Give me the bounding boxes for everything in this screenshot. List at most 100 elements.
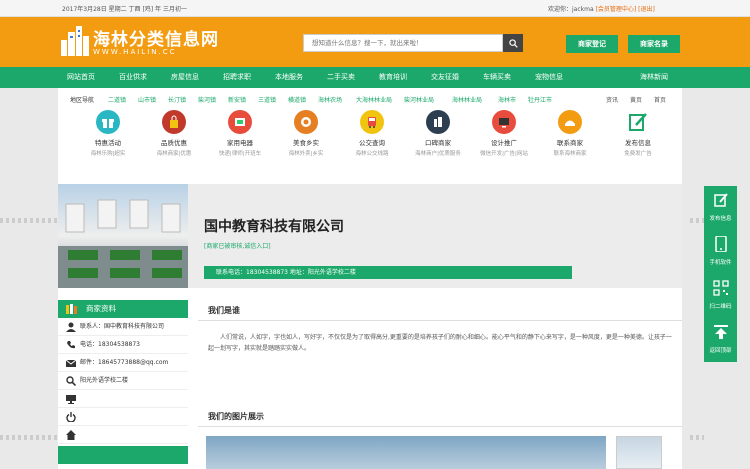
company-name: 国中教育科技有限公司 <box>204 219 344 235</box>
monitor-icon <box>66 395 76 404</box>
service-item[interactable]: 家用电器 快递|律师|开班车 <box>210 110 270 157</box>
site-logo[interactable]: 海林分类信息网 WWW.HAILIN.CC <box>60 23 220 63</box>
classroom-photo <box>58 184 188 288</box>
nav-item-vehicles[interactable]: 车辆买卖 <box>483 72 511 82</box>
books-icon <box>66 304 77 314</box>
decorative-dots <box>690 218 704 223</box>
region-nav: 地区导航 二道镇 山市镇 长汀镇 柴河镇 新安镇 三道镇 横道镇 海林农场 大海… <box>70 95 680 105</box>
contact-phone: 电话：18304538873 <box>80 341 140 348</box>
nav-item-jobs[interactable]: 招聘求职 <box>223 72 251 82</box>
float-label: 扫二维码 <box>709 304 732 310</box>
region-right-link[interactable]: 资讯 <box>606 95 618 104</box>
gallery-thumbnail[interactable] <box>616 436 662 469</box>
member-center-link[interactable]: [会员管理中心] <box>596 6 637 13</box>
service-title: 发布信息 <box>625 139 651 147</box>
section-divider <box>198 320 682 321</box>
decorative-dots <box>0 218 58 223</box>
region-link[interactable]: 新安镇 <box>228 95 246 104</box>
merchant-list-button[interactable]: 商家名录 <box>628 35 680 53</box>
sidebar-row: 邮件：18645773888@qq.com <box>58 354 188 372</box>
region-link[interactable]: 横道镇 <box>288 95 306 104</box>
logout-link[interactable]: [退出] <box>638 6 655 13</box>
service-item[interactable]: 发布信息 免费发广告 <box>608 110 668 157</box>
about-text: 人们常说，人如字，字也如人，写好字，不仅仅是为了取得高分,更重要的是培养孩子们的… <box>208 334 672 352</box>
search-input[interactable] <box>304 35 499 51</box>
region-right-link[interactable]: 首页 <box>654 95 666 104</box>
region-link[interactable]: 山市镇 <box>138 95 156 104</box>
gallery-title: 我们的图片展示 <box>208 412 264 421</box>
gift-icon <box>96 110 120 134</box>
service-subtitle: 海林外卖|乡实 <box>288 151 324 157</box>
sidebar-row: 联系人：国中教育科技有限公司 <box>58 318 188 336</box>
sidebar-row: 电话：18304538873 <box>58 336 188 354</box>
region-link[interactable]: 三道镇 <box>258 95 276 104</box>
gallery-main-image[interactable] <box>206 436 606 469</box>
nav-item-education[interactable]: 教育培训 <box>379 72 407 82</box>
nav-item-second-hand[interactable]: 二手买卖 <box>327 72 355 82</box>
service-item[interactable]: 联系商家 联系海林商家 <box>540 110 600 157</box>
date-text: 2017年3月28日 星期二 丁酉 [鸡] 年 三月初一 <box>62 6 187 13</box>
service-subtitle: 联系海林商家 <box>553 151 587 157</box>
about-title: 我们是谁 <box>208 306 240 315</box>
search-button[interactable] <box>503 34 523 52</box>
service-item[interactable]: 品质优惠 海林商家|优惠 <box>144 110 204 157</box>
service-icons: 特惠活动 海林乐购|超实 品质优惠 海林商家|优惠 家用电器 快递|律师|开班车… <box>78 110 678 170</box>
contact-email[interactable]: 邮件：18645773888@qq.com <box>80 359 168 366</box>
service-title: 特惠活动 <box>95 139 121 147</box>
nav-item-news[interactable]: 海林新闻 <box>640 72 668 82</box>
service-item[interactable]: 公交查询 海林公交线路 <box>342 110 402 157</box>
float-mobile-button[interactable]: 手机软件 <box>704 230 737 274</box>
nav-item-local-service[interactable]: 本地服务 <box>275 72 303 82</box>
service-item[interactable]: 特惠活动 海林乐购|超实 <box>78 110 138 157</box>
nav-item-housing[interactable]: 房屋信息 <box>171 72 199 82</box>
region-link[interactable]: 牡丹江市 <box>528 95 552 104</box>
nav-item-dating[interactable]: 交友征婚 <box>431 72 459 82</box>
region-link[interactable]: 海林市 <box>498 95 516 104</box>
region-link[interactable]: 二道镇 <box>108 95 126 104</box>
search-icon <box>66 376 76 386</box>
nav-item-pets[interactable]: 宠物信息 <box>535 72 563 82</box>
main-nav: 网站首页 百业供求 房屋信息 招聘求职 本地服务 二手买卖 教育培训 交友征婚 … <box>0 67 750 88</box>
welcome-area: 欢迎你：jackma [会员管理中心] [退出] <box>548 4 655 13</box>
arrow-up-icon <box>713 325 728 339</box>
search-box <box>303 34 503 52</box>
float-qrcode-button[interactable]: 扫二维码 <box>704 274 737 318</box>
nav-item-home[interactable]: 网站首页 <box>67 72 95 82</box>
float-label: 发布信息 <box>709 216 732 222</box>
sidebar-row <box>58 390 188 408</box>
contact-address: 阳光外语学校二楼 <box>80 377 129 384</box>
region-right-link[interactable]: 黄页 <box>630 95 642 104</box>
search-icon <box>508 38 518 48</box>
service-title: 品质优惠 <box>161 139 187 147</box>
verified-link[interactable]: [商家已被审核,诚信入口] <box>204 241 271 250</box>
service-subtitle: 快递|律师|开班车 <box>218 151 262 157</box>
phone-icon <box>67 341 75 349</box>
merchant-register-button[interactable]: 商家登记 <box>566 35 618 53</box>
region-link[interactable]: 长汀镇 <box>168 95 186 104</box>
service-item[interactable]: 口碑商家 海林商户|优质服务 <box>408 110 468 157</box>
service-subtitle: 海林公交线路 <box>355 151 389 157</box>
contact-icon <box>558 110 582 134</box>
region-link[interactable]: 柴河林业局 <box>404 95 434 104</box>
service-item[interactable]: 美食乡实 海林外卖|乡实 <box>276 110 336 157</box>
logo-text: 海林分类信息网 <box>93 30 219 50</box>
region-link[interactable]: 海林林业局 <box>452 95 482 104</box>
service-subtitle: 海林乐购|超实 <box>90 151 126 157</box>
service-title: 美食乡实 <box>293 139 319 147</box>
mobile-icon <box>714 236 727 252</box>
region-link[interactable]: 柴河镇 <box>198 95 216 104</box>
float-back-to-top-button[interactable]: 返回顶部 <box>704 318 737 362</box>
region-link[interactable]: 海林农场 <box>318 95 342 104</box>
qrcode-icon <box>712 280 729 296</box>
welcome-text: 欢迎你：jackma <box>548 6 594 13</box>
company-banner: 国中教育科技有限公司 [商家已被审核,诚信入口] 联系电话：1830453887… <box>58 184 682 288</box>
service-title: 联系商家 <box>557 139 583 147</box>
appliance-icon <box>228 110 252 134</box>
service-item[interactable]: 设计推广 微信开发|广告|网站 <box>474 110 534 157</box>
nav-item-supply[interactable]: 百业供求 <box>119 72 147 82</box>
contact-bar: 联系电话：18304538873 地址：阳光外语学校二楼 <box>204 266 572 279</box>
region-link[interactable]: 大海林林业局 <box>356 95 392 104</box>
float-label: 手机软件 <box>709 260 732 266</box>
float-publish-button[interactable]: 发布信息 <box>704 186 737 230</box>
sidebar-header: 商家资料 <box>58 300 188 318</box>
